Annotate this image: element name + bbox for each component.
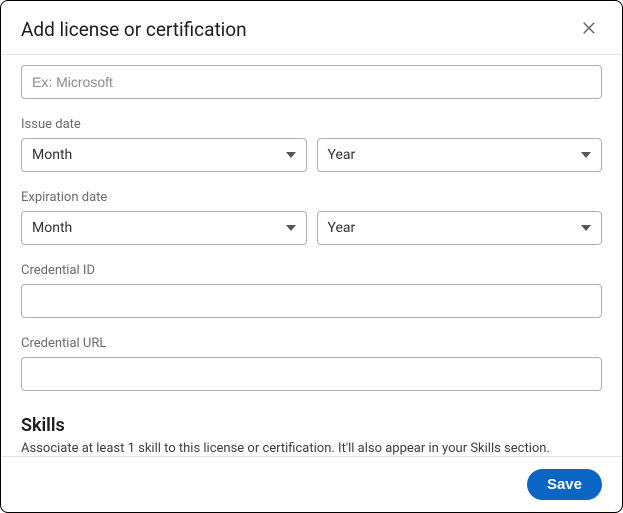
modal-footer: Save xyxy=(1,456,622,512)
caret-down-icon xyxy=(581,225,591,231)
save-button[interactable]: Save xyxy=(527,469,602,500)
expiration-month-select[interactable]: Month xyxy=(21,211,307,245)
issue-month-value: Month xyxy=(32,147,72,163)
credential-url-input[interactable] xyxy=(21,357,602,391)
caret-down-icon xyxy=(286,152,296,158)
credential-id-label: Credential ID xyxy=(21,263,602,278)
issue-date-label: Issue date xyxy=(21,117,602,132)
caret-down-icon xyxy=(581,152,591,158)
credential-id-input[interactable] xyxy=(21,284,602,318)
expiration-month-value: Month xyxy=(32,220,72,236)
issue-year-select[interactable]: Year xyxy=(317,138,603,172)
modal-title: Add license or certification xyxy=(21,18,247,41)
skills-section-description: Associate at least 1 skill to this licen… xyxy=(21,440,602,456)
issue-year-value: Year xyxy=(328,147,356,163)
expiration-date-label: Expiration date xyxy=(21,190,602,205)
modal-body: Issue date Month Year Expiration date Mo… xyxy=(1,55,622,456)
issue-date-row: Month Year xyxy=(21,138,602,172)
skills-section-title: Skills xyxy=(21,415,602,436)
issuing-org-field xyxy=(21,65,602,99)
close-icon xyxy=(580,19,598,40)
issuing-org-input[interactable] xyxy=(21,65,602,99)
modal-header: Add license or certification xyxy=(1,1,622,55)
expiration-year-value: Year xyxy=(328,220,356,236)
credential-url-label: Credential URL xyxy=(21,336,602,351)
expiration-date-row: Month Year xyxy=(21,211,602,245)
add-license-modal: Add license or certification Issue date … xyxy=(0,0,623,513)
close-button[interactable] xyxy=(576,15,602,44)
expiration-year-select[interactable]: Year xyxy=(317,211,603,245)
issue-month-select[interactable]: Month xyxy=(21,138,307,172)
caret-down-icon xyxy=(286,225,296,231)
